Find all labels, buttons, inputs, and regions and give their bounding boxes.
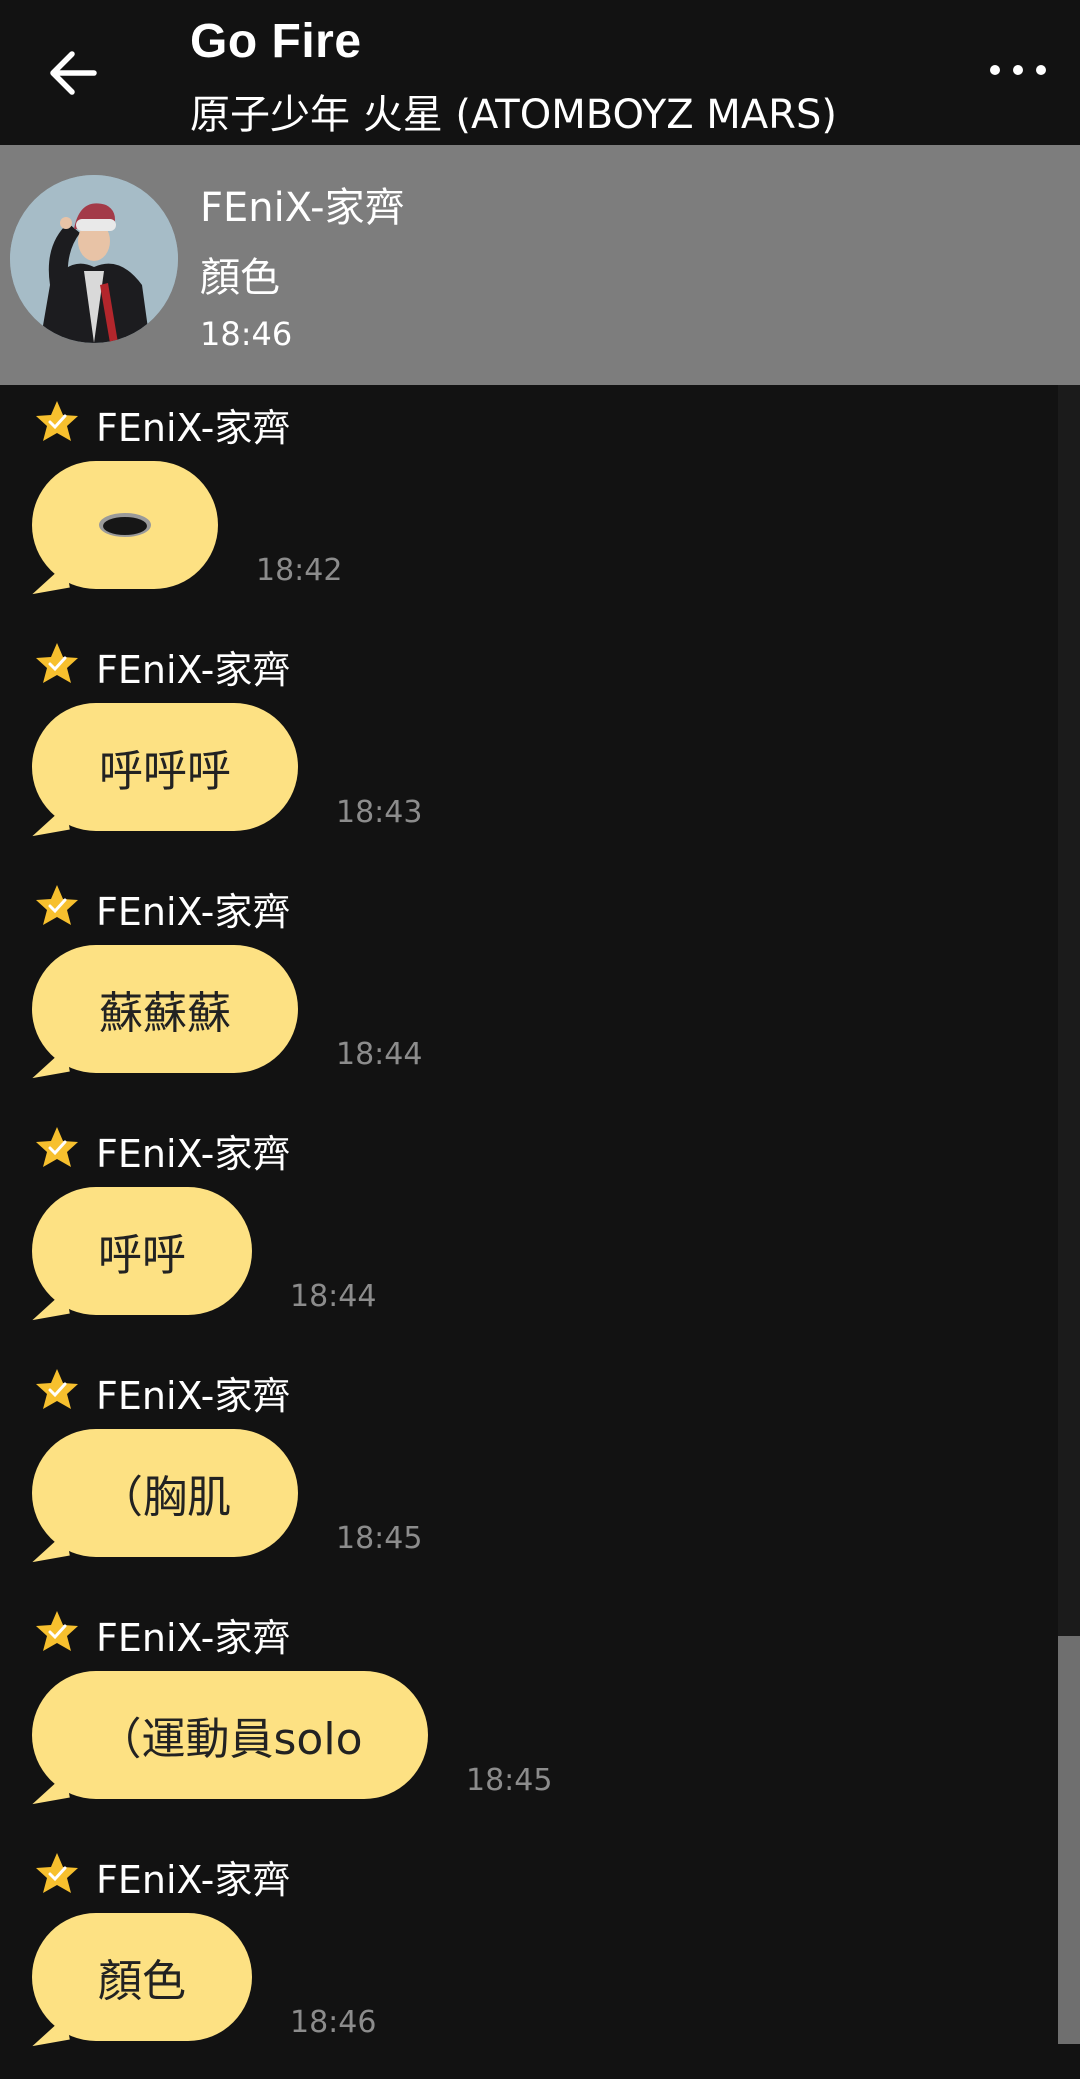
sender-name[interactable]: FEniX-家齊 xyxy=(96,881,290,936)
star-icon xyxy=(36,1611,78,1651)
more-dot xyxy=(1036,65,1046,75)
message-bubble[interactable]: 顏色 xyxy=(32,1913,252,2041)
message-time: 18:44 xyxy=(290,1279,377,1314)
message-row: FEniX-家齊呼呼 18:44 xyxy=(0,1111,1040,1353)
message-time: 18:44 xyxy=(336,1037,423,1072)
message-bubble[interactable]: 蘇蘇蘇 xyxy=(32,945,298,1073)
message-text: （運動員solo xyxy=(97,1714,363,1765)
message-bubble[interactable]: 呼呼 xyxy=(32,1187,252,1315)
message-text: 呼呼呼 xyxy=(99,746,231,797)
pinned-message-text: 顏色 xyxy=(200,255,280,301)
chat-title: Go Fire xyxy=(190,15,362,68)
arrow-left-icon xyxy=(50,51,97,95)
message-row: FEniX-家齊呼呼呼 18:43 xyxy=(0,627,1040,869)
star-icon xyxy=(36,885,78,925)
more-horizontal-icon xyxy=(990,65,1000,75)
sender-name[interactable]: FEniX-家齊 xyxy=(96,1607,290,1662)
message-row: FEniX-家齊蘇蘇蘇 18:44 xyxy=(0,869,1040,1111)
more-dot xyxy=(1013,65,1023,75)
star-icon xyxy=(36,1853,78,1893)
chat-header: Go Fire 原子少年 火星 (ATOMBOYZ MARS) xyxy=(0,0,1080,145)
star-icon xyxy=(36,643,78,683)
pinned-message-time: 18:46 xyxy=(200,315,293,353)
message-bubble[interactable]: （運動員solo xyxy=(32,1671,428,1799)
chat-subtitle: 原子少年 火星 (ATOMBOYZ MARS) xyxy=(190,92,837,138)
star-icon xyxy=(36,1127,78,1167)
message-row: FEniX-家齊 （運動員solo 18:45 xyxy=(0,1595,1040,1837)
scrollbar-thumb[interactable] xyxy=(1058,1636,1080,2044)
message-bubble[interactable]: （胸肌 xyxy=(32,1429,298,1557)
message-row: FEniX-家齊 18:42 xyxy=(0,385,1040,627)
star-icon xyxy=(36,401,78,441)
back-button[interactable] xyxy=(40,40,106,106)
sender-name[interactable]: FEniX-家齊 xyxy=(96,1123,290,1178)
hole-emoji-icon xyxy=(99,513,151,537)
sender-name[interactable]: FEniX-家齊 xyxy=(96,639,290,694)
sender-name[interactable]: FEniX-家齊 xyxy=(96,1365,290,1420)
sender-name[interactable]: FEniX-家齊 xyxy=(96,397,290,452)
message-time: 18:45 xyxy=(336,1521,423,1556)
avatar-photo xyxy=(10,175,178,343)
message-time: 18:46 xyxy=(290,2005,377,2040)
message-row: FEniX-家齊顏色 18:46 xyxy=(0,1837,1040,2079)
avatar[interactable] xyxy=(10,175,178,343)
message-bubble[interactable]: 呼呼呼 xyxy=(32,703,298,831)
message-row: FEniX-家齊 （胸肌 18:45 xyxy=(0,1353,1040,1595)
message-text: 顏色 xyxy=(98,1956,186,2007)
pinned-sender-name: FEniX-家齊 xyxy=(200,185,405,231)
message-time: 18:43 xyxy=(336,795,423,830)
message-time: 18:42 xyxy=(256,553,343,588)
message-bubble[interactable] xyxy=(32,461,218,589)
message-text: 蘇蘇蘇 xyxy=(99,988,231,1039)
message-text: 呼呼 xyxy=(98,1230,186,1281)
message-text: （胸肌 xyxy=(99,1472,231,1523)
message-time: 18:45 xyxy=(466,1763,553,1798)
star-icon xyxy=(36,1369,78,1409)
pinned-message-banner[interactable]: FEniX-家齊 顏色 18:46 xyxy=(0,145,1080,385)
sender-name[interactable]: FEniX-家齊 xyxy=(96,1849,290,1904)
more-options-button[interactable] xyxy=(990,50,1046,90)
